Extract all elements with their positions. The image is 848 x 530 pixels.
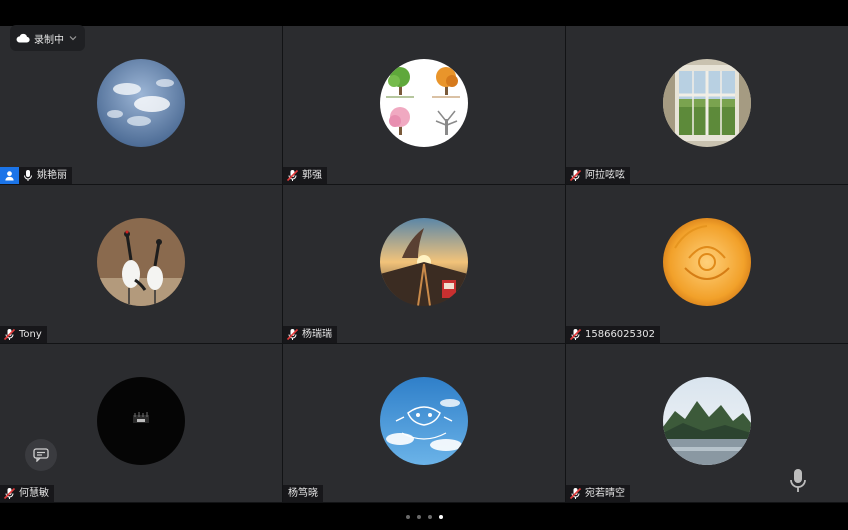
participant-name: 杨瑞瑞: [302, 329, 332, 340]
participant-tile-6[interactable]: 15866025302: [566, 185, 848, 343]
nametag: 杨瑞瑞: [283, 326, 337, 343]
mic-muted-icon: [286, 169, 299, 182]
avatar-dark-scene: [97, 377, 185, 465]
participant-tile-8[interactable]: 杨笃晓: [283, 344, 565, 502]
page-dot[interactable]: [416, 514, 421, 519]
participant-name: 姚艳丽: [37, 170, 67, 181]
avatar-orange-rose: [663, 218, 751, 306]
mic-icon: [22, 169, 34, 182]
participant-tile-2[interactable]: 郭强: [283, 26, 565, 184]
participant-name: 杨笃晓: [288, 488, 318, 499]
mic-muted-icon: [569, 487, 582, 500]
mic-muted-icon: [569, 169, 582, 182]
participant-name: 宛若晴空: [585, 488, 625, 499]
participant-name: 郭强: [302, 170, 322, 181]
recording-label: 录制中: [34, 34, 64, 46]
avatar-karst-mountains: [663, 377, 751, 465]
nametag: 姚艳丽: [0, 167, 72, 184]
chevron-down-icon: [69, 36, 77, 41]
participant-name: 阿拉呟呟: [585, 170, 625, 181]
avatar-sunset-railway: [380, 218, 468, 306]
participant-tile-7[interactable]: 何慧敏: [0, 344, 282, 502]
mic-muted-icon: [3, 487, 16, 500]
recording-indicator[interactable]: 录制中: [10, 25, 85, 51]
nametag: 宛若晴空: [566, 485, 630, 502]
mic-icon: [790, 469, 806, 492]
nametag: 杨笃晓: [283, 485, 323, 502]
mic-muted-icon: [286, 328, 299, 341]
avatar-four-seasons-trees: [380, 59, 468, 147]
mic-muted-icon: [569, 328, 582, 341]
chat-button[interactable]: [25, 439, 57, 471]
mic-button[interactable]: [788, 468, 808, 494]
nametag: 郭强: [283, 167, 327, 184]
chat-icon: [33, 448, 49, 462]
page-dot-current[interactable]: [438, 514, 443, 519]
page-dot[interactable]: [405, 514, 410, 519]
avatar-red-crowned-cranes: [97, 218, 185, 306]
participant-tile-4[interactable]: Tony: [0, 185, 282, 343]
page-dot[interactable]: [427, 514, 432, 519]
video-grid: 姚艳丽 郭强 阿拉呟呟 Tony 杨瑞瑞 15866025302 何慧敏 杨笃晓…: [0, 26, 848, 503]
participant-tile-5[interactable]: 杨瑞瑞: [283, 185, 565, 343]
avatar-cartoon-plane-sky: [380, 377, 468, 465]
participant-name: Tony: [19, 329, 42, 340]
cloud-icon: [16, 33, 30, 43]
nametag: 何慧敏: [0, 485, 54, 502]
page-indicator: [0, 503, 848, 530]
participant-name: 何慧敏: [19, 488, 49, 499]
nametag: 阿拉呟呟: [566, 167, 630, 184]
top-bar: [0, 0, 848, 26]
avatar-window-landscape: [663, 59, 751, 147]
participant-name: 15866025302: [585, 329, 655, 340]
mic-muted-icon: [3, 328, 16, 341]
host-user-icon: [0, 167, 19, 184]
nametag: Tony: [0, 326, 47, 343]
participant-tile-3[interactable]: 阿拉呟呟: [566, 26, 848, 184]
nametag: 15866025302: [566, 326, 660, 343]
avatar-sky-clouds: [97, 59, 185, 147]
